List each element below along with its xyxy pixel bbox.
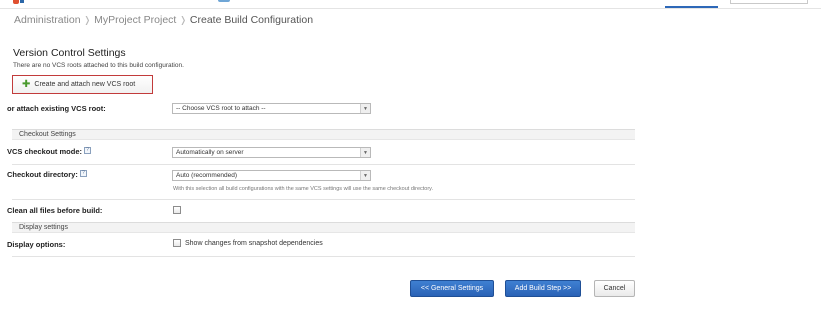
general-settings-button[interactable]: << General Settings xyxy=(410,280,494,297)
checkout-dir-select[interactable]: Auto (recommended) ▼ xyxy=(172,170,371,181)
attach-vcs-root-select[interactable]: -- Choose VCS root to attach -- ▼ xyxy=(172,103,371,114)
no-vcs-roots-note: There are no VCS roots attached to this … xyxy=(13,62,184,69)
clean-files-label: Clean all files before build: xyxy=(7,206,103,215)
breadcrumb-administration[interactable]: Administration xyxy=(14,14,81,26)
plus-icon: ✚ xyxy=(22,78,31,90)
checkout-mode-label: VCS checkout mode: xyxy=(7,147,83,156)
dropdown-arrow-icon: ▼ xyxy=(360,171,370,180)
checkout-dir-value: Auto (recommended) xyxy=(176,172,238,179)
row-divider xyxy=(12,256,635,257)
checkout-mode-row: VCS checkout mode:? xyxy=(7,147,92,156)
breadcrumb-project[interactable]: MyProject Project xyxy=(94,14,176,26)
snapshot-changes-label[interactable]: Show changes from snapshot dependencies xyxy=(185,240,323,247)
checkout-mode-value: Automatically on server xyxy=(176,149,244,156)
snapshot-changes-checkbox[interactable] xyxy=(173,239,181,247)
logo-fragment-icon xyxy=(20,0,24,3)
cancel-button[interactable]: Cancel xyxy=(594,280,635,297)
row-divider xyxy=(12,164,635,165)
breadcrumb-separator-icon: ❭ xyxy=(179,15,187,25)
create-vcs-root-label: Create and attach new VCS root xyxy=(34,81,136,88)
clean-files-checkbox[interactable] xyxy=(173,206,181,214)
section-title: Version Control Settings xyxy=(13,47,126,59)
checkout-dir-hint: With this selection all build configurat… xyxy=(173,186,434,192)
search-input[interactable] xyxy=(730,0,808,4)
breadcrumb-separator-icon: ❭ xyxy=(83,15,92,25)
checkout-dir-row: Checkout directory:? xyxy=(7,170,87,179)
breadcrumb-current: Create Build Configuration xyxy=(189,14,314,26)
nav-fragment-icon xyxy=(218,0,230,2)
create-vcs-root-button[interactable]: ✚ Create and attach new VCS root xyxy=(12,75,153,94)
row-divider xyxy=(12,199,635,200)
display-options-label: Display options: xyxy=(7,240,66,249)
header-divider xyxy=(0,8,821,9)
breadcrumb: Administration ❭ MyProject Project ❭ Create … xyxy=(14,14,313,26)
help-icon[interactable]: ? xyxy=(79,170,87,177)
checkout-mode-select[interactable]: Automatically on server ▼ xyxy=(172,147,371,158)
add-build-step-button[interactable]: Add Build Step >> xyxy=(505,280,581,297)
display-settings-header: Display settings xyxy=(12,222,635,233)
attach-vcs-root-value: -- Choose VCS root to attach -- xyxy=(176,105,266,112)
checkout-settings-header: Checkout Settings xyxy=(12,129,635,140)
teamcity-logo-icon[interactable] xyxy=(13,0,19,4)
help-icon[interactable]: ? xyxy=(84,147,92,154)
checkout-dir-label: Checkout directory: xyxy=(7,170,78,179)
dropdown-arrow-icon: ▼ xyxy=(360,104,370,113)
attach-vcs-root-label: or attach existing VCS root: xyxy=(7,104,106,113)
dropdown-arrow-icon: ▼ xyxy=(360,148,370,157)
